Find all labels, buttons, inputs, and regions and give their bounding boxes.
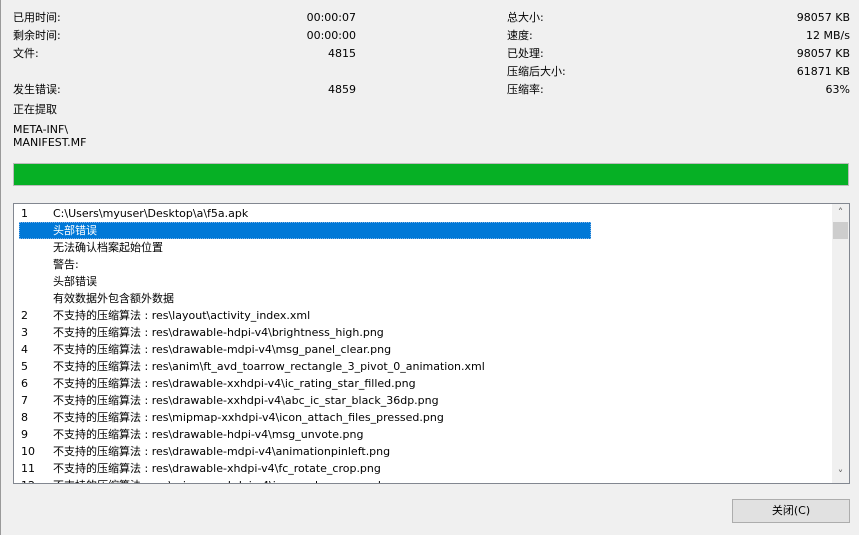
log-row[interactable]: 11 不支持的压缩算法 : res\drawable-xhdpi-v4\fc_ro… [14,460,832,477]
vertical-scrollbar[interactable]: ˄ ˅ [832,204,849,483]
total-size-label: 总大小: [507,11,544,24]
elapsed-time-value: 00:00:07 [306,11,356,24]
error-log-list[interactable]: 1 C:\Users\myuser\Desktop\a\f5a.apk 头部错误 无法… [13,203,850,484]
log-row[interactable]: 2 不支持的压缩算法 : res\layout\activity_index.xm… [14,307,832,324]
log-row-text: 不支持的压缩算法 : res\drawable-xxhdpi-v4\abc_ic… [53,394,439,407]
log-row-text: C:\Users\myuser\Desktop\a\f5a.apk [53,207,249,220]
compressed-size-value: 61871 KB [796,65,850,78]
chevron-up-icon[interactable]: ˄ [832,204,849,221]
chevron-down-icon[interactable]: ˅ [832,466,849,483]
selected-row-highlight [19,222,591,239]
log-rows: 1 C:\Users\myuser\Desktop\a\f5a.apk 头部错误 无法… [14,204,832,483]
log-row-number: 5 [21,360,28,373]
log-row-text: 无法确认档案起始位置 [53,241,163,254]
log-row-number: 12 [21,477,35,483]
log-row[interactable]: 1 C:\Users\myuser\Desktop\a\f5a.apk [14,205,832,222]
log-row-number: 6 [21,377,28,390]
scroll-thumb[interactable] [833,222,848,239]
log-row-text: 头部错误 [53,224,97,237]
log-row[interactable]: 头部错误 [14,273,832,290]
log-row[interactable]: 4 不支持的压缩算法 : res\drawable-mdpi-v4\msg_pan… [14,341,832,358]
log-row-text: 不支持的压缩算法 : res\drawable-hdpi-v4\brightne… [53,326,384,339]
log-row-text: 不支持的压缩算法 : res\layout\activity_index.xml [53,309,311,322]
log-row[interactable]: 警告: [14,256,832,273]
log-row-number: 2 [21,309,28,322]
progress-bar [13,163,849,186]
log-row[interactable]: 3 不支持的压缩算法 : res\drawable-hdpi-v4\brightn… [14,324,832,341]
errors-value: 4859 [328,83,356,96]
progress-fill [14,164,848,185]
files-label: 文件: [13,47,39,60]
log-row[interactable]: 8 不支持的压缩算法 : res\mipmap-xxhdpi-v4\icon_at… [14,409,832,426]
log-row[interactable]: 有效数据外包含额外数据 [14,290,832,307]
log-row-text: 不支持的压缩算法 : res\mipmap-xxhdpi-v4\icon_att… [53,411,444,424]
processed-value: 98057 KB [796,47,850,60]
log-row-number: 9 [21,428,28,441]
log-row-text: 不支持的压缩算法 : res\drawable-mdpi-v4\animatio… [53,445,391,458]
log-row-text: 不支持的压缩算法 : res\drawable-xhdpi-v4\fc_rota… [53,462,381,475]
log-row-number: 7 [21,394,28,407]
compressed-size-label: 压缩后大小: [507,65,566,78]
log-row-text: 有效数据外包含额外数据 [53,292,174,305]
log-row-text: 不支持的压缩算法 : res\mipmap-xhdpi-v4\ic_ms_sha… [53,477,405,483]
speed-value: 12 MB/s [806,29,850,42]
log-row-text: 不支持的压缩算法 : res\drawable-xxhdpi-v4\ic_rat… [53,377,416,390]
files-value: 4815 [328,47,356,60]
log-row[interactable]: 5 不支持的压缩算法 : res\anim\ft_avd_toarrow_rect… [14,358,832,375]
log-row[interactable]: 6 不支持的压缩算法 : res\drawable-xxhdpi-v4\ic_ra… [14,375,832,392]
current-path-line-2: MANIFEST.MF [13,136,87,149]
remaining-time-value: 00:00:00 [306,29,356,42]
current-path-line-1: META-INF\ [13,123,69,136]
speed-label: 速度: [507,29,533,42]
log-row[interactable]: 头部错误 [14,222,832,239]
compression-ratio-label: 压缩率: [507,83,544,96]
log-row-text: 不支持的压缩算法 : res\drawable-hdpi-v4\msg_unvo… [53,428,364,441]
remaining-time-label: 剩余时间: [13,29,61,42]
close-button[interactable]: 关闭(C) [732,499,850,523]
log-row[interactable]: 9 不支持的压缩算法 : res\drawable-hdpi-v4\msg_unv… [14,426,832,443]
log-row-number: 4 [21,343,28,356]
log-row-number: 8 [21,411,28,424]
log-row[interactable]: 无法确认档案起始位置 [14,239,832,256]
log-row-text: 警告: [53,258,79,271]
log-row[interactable]: 10 不支持的压缩算法 : res\drawable-mdpi-v4\animat… [14,443,832,460]
log-row-number: 3 [21,326,28,339]
log-row-text: 不支持的压缩算法 : res\anim\ft_avd_toarrow_recta… [53,360,485,373]
compression-ratio-value: 63% [825,83,850,96]
log-row[interactable]: 7 不支持的压缩算法 : res\drawable-xxhdpi-v4\abc_i… [14,392,832,409]
total-size-value: 98057 KB [796,11,850,24]
log-row-text: 头部错误 [53,275,97,288]
errors-label: 发生错误: [13,83,61,96]
log-row-number: 1 [21,207,28,220]
processed-label: 已处理: [507,47,544,60]
log-row-number: 10 [21,445,35,458]
elapsed-time-label: 已用时间: [13,11,61,24]
window-left-border [0,0,1,535]
log-row[interactable]: 12 不支持的压缩算法 : res\mipmap-xhdpi-v4\ic_ms_s… [14,477,832,483]
status-action: 正在提取 [13,103,57,116]
log-row-number: 11 [21,462,35,475]
log-row-text: 不支持的压缩算法 : res\drawable-mdpi-v4\msg_pane… [53,343,392,356]
